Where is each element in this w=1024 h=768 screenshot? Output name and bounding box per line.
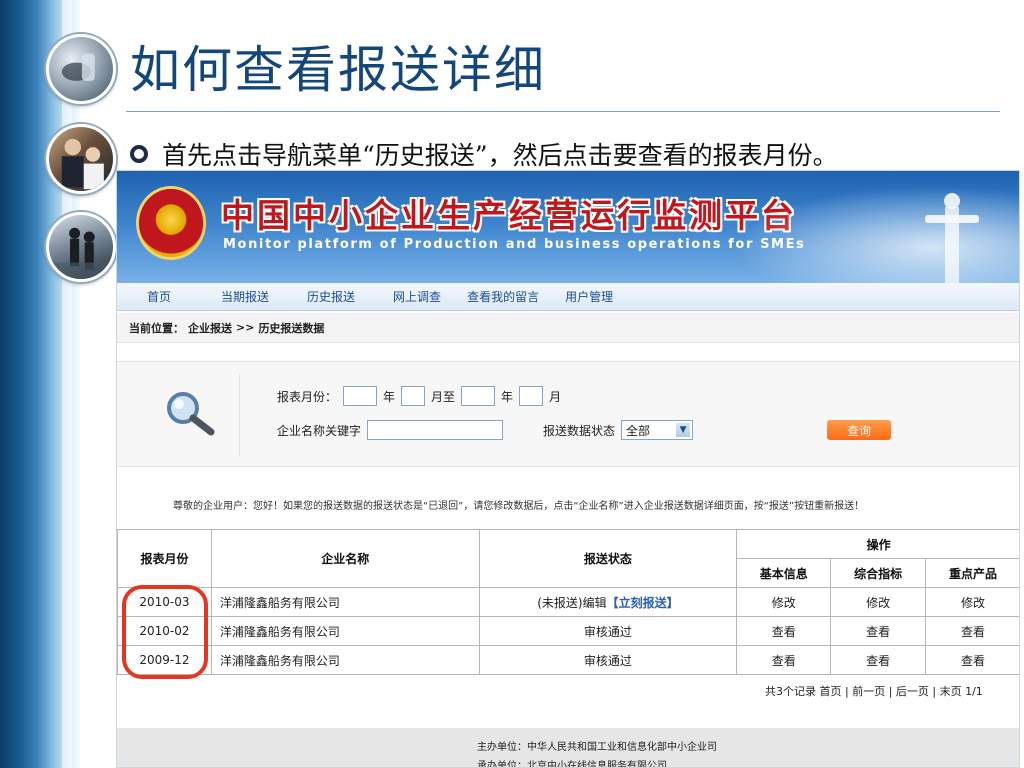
table-row: 2010-03 洋浦隆鑫船务有限公司 (未报送)编辑【立刻报送】 修改 修改 修…: [117, 587, 1019, 617]
nav-item-online-survey[interactable]: 网上调查: [393, 288, 441, 305]
start-month-input[interactable]: [401, 386, 426, 406]
col-header-status: 报送状态: [478, 529, 738, 588]
edit-basic-link[interactable]: 修改: [736, 587, 832, 617]
decor-band: [62, 0, 72, 768]
query-button[interactable]: 查询: [827, 420, 891, 440]
bullet-text: 首先点击导航菜单“历史报送”，然后点击要查看的报表月份。: [162, 141, 838, 170]
view-product-link[interactable]: 查看: [925, 645, 1019, 675]
status-cell: (未报送)编辑【立刻报送】: [478, 587, 738, 617]
start-year-input[interactable]: [343, 386, 378, 406]
col-header-indicator: 综合指标: [830, 558, 927, 588]
chevron-down-icon[interactable]: ▼: [676, 423, 691, 437]
notice-text: 尊敬的企业用户：您好！如果您的报送数据的报送状态是“已退回”，请您修改数据后，点…: [173, 501, 865, 512]
breadcrumb-prefix: 当前位置：: [129, 321, 184, 335]
highlight-annotation: [122, 585, 208, 679]
nav-item-user-management[interactable]: 用户管理: [565, 288, 613, 305]
status-text: (未报送)编辑: [537, 595, 607, 610]
col-header-product: 重点产品: [925, 558, 1019, 588]
company-name-link[interactable]: 洋浦隆鑫船务有限公司: [210, 645, 480, 675]
year-unit: 年: [501, 389, 514, 404]
status-label: 报送数据状态: [543, 423, 616, 438]
breadcrumb-item: 历史报送数据: [258, 321, 325, 335]
edit-indicator-link[interactable]: 修改: [830, 587, 927, 617]
company-keyword-input[interactable]: [367, 420, 504, 440]
bullet-circle-icon: [130, 145, 148, 163]
end-month-input[interactable]: [519, 386, 544, 406]
view-basic-link[interactable]: 查看: [736, 645, 832, 675]
col-header-operations: 操作: [736, 529, 1019, 559]
national-emblem-icon: [139, 189, 203, 257]
status-text: 审核通过: [478, 616, 738, 646]
decor-photo-circle: [46, 34, 116, 104]
company-name-link[interactable]: 洋浦隆鑫船务有限公司: [210, 587, 480, 617]
month-to-label: 月至: [431, 389, 456, 404]
view-basic-link[interactable]: 查看: [736, 616, 832, 646]
month-range-row: 报表月份： 年 月至 年 月: [277, 386, 561, 406]
platform-banner: 中国中小企业生产经营运行监测平台 Monitor platform of Pro…: [117, 171, 1019, 283]
left-decor-strip: [0, 0, 118, 768]
banner-title-en: Monitor platform of Production and busin…: [223, 237, 806, 252]
decor-photo-circle: [46, 124, 116, 194]
platform-screenshot: 中国中小企业生产经营运行监测平台 Monitor platform of Pro…: [116, 170, 1020, 768]
status-select[interactable]: 全部 ▼: [621, 420, 694, 440]
month-label: 报表月份：: [277, 389, 338, 404]
title-divider: [126, 111, 1000, 112]
col-header-basic: 基本信息: [736, 558, 832, 588]
decor-photo-circle: [46, 212, 116, 282]
footer-host: 主办单位：中华人民共和国工业和信息化部中小企业司: [477, 742, 717, 753]
view-product-link[interactable]: 查看: [925, 616, 1019, 646]
keyword-label: 企业名称关键字: [277, 423, 362, 438]
nav-item-history-report[interactable]: 历史报送: [307, 288, 355, 305]
table-row: 2010-02 洋浦隆鑫船务有限公司 审核通过 查看 查看 查看: [117, 616, 1019, 646]
table-row: 2009-12 洋浦隆鑫船务有限公司 审核通过 查看 查看 查看: [117, 645, 1019, 675]
col-header-company: 企业名称: [210, 529, 480, 588]
footer-organizer: 承办单位：北京中小在线信息服务有限公司: [477, 761, 667, 768]
breadcrumb-separator: >>: [236, 321, 255, 334]
view-indicator-link[interactable]: 查看: [830, 616, 927, 646]
nav-item-my-messages[interactable]: 查看我的留言: [467, 288, 539, 305]
pagination[interactable]: 共3个记录 首页 | 前一页 | 后一页 | 末页 1/1: [765, 683, 983, 699]
col-header-month: 报表月份: [117, 529, 212, 588]
status-select-value: 全部: [626, 423, 651, 438]
history-report-table: 报表月份 企业名称 报送状态 操作 基本信息 综合指标 重点产品 2010-03…: [117, 529, 1019, 675]
keyword-row: 企业名称关键字 报送数据状态 全部 ▼: [277, 420, 694, 440]
status-text: 审核通过: [478, 645, 738, 675]
month-unit: 月: [549, 389, 562, 404]
search-panel: 报表月份： 年 月至 年 月 企业名称关键字 报送数据状态 全部 ▼ 查询: [117, 361, 1019, 467]
year-unit: 年: [383, 389, 396, 404]
edit-product-link[interactable]: 修改: [925, 587, 1019, 617]
search-divider: [239, 374, 240, 456]
end-year-input[interactable]: [461, 386, 496, 406]
bullet-item: 首先点击导航菜单“历史报送”，然后点击要查看的报表月份。: [130, 136, 838, 172]
decor-band: [80, 0, 86, 768]
submit-now-link[interactable]: 【立刻报送】: [607, 596, 679, 610]
view-indicator-link[interactable]: 查看: [830, 645, 927, 675]
nav-item-current-report[interactable]: 当期报送: [221, 288, 269, 305]
breadcrumb-item[interactable]: 企业报送: [188, 320, 232, 336]
nav-item-home[interactable]: 首页: [147, 288, 171, 305]
nav-bar: 首页 当期报送 历史报送 网上调查 查看我的留言 用户管理: [117, 283, 1019, 311]
magnifier-icon: [167, 392, 215, 436]
company-name-link[interactable]: 洋浦隆鑫船务有限公司: [210, 616, 480, 646]
breadcrumb: 当前位置： 企业报送 >> 历史报送数据: [117, 313, 1019, 343]
platform-footer: 主办单位：中华人民共和国工业和信息化部中小企业司 承办单位：北京中小在线信息服务…: [117, 728, 1019, 768]
banner-title-cn: 中国中小企业生产经营运行监测平台: [221, 196, 797, 235]
huabiao-pillar-icon: [925, 193, 979, 283]
slide-title: 如何查看报送详细: [130, 41, 546, 99]
